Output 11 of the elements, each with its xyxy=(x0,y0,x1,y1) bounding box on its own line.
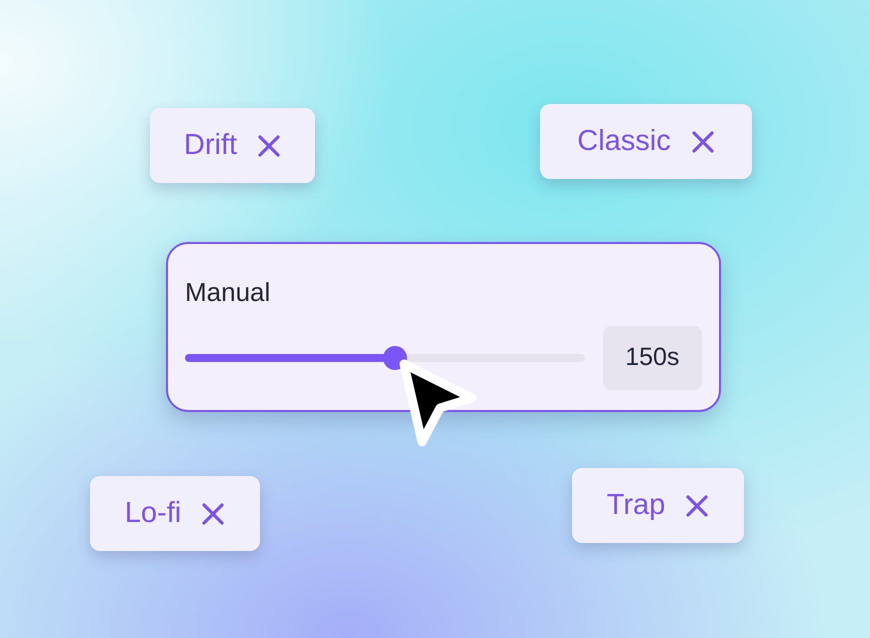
close-icon[interactable] xyxy=(690,130,715,154)
card-title: Manual xyxy=(185,276,270,309)
close-icon[interactable] xyxy=(201,502,226,526)
tag-label: Lo-fi xyxy=(124,496,182,531)
close-icon[interactable] xyxy=(257,134,282,158)
tag-label: Trap xyxy=(606,488,666,523)
close-icon[interactable] xyxy=(685,494,710,518)
value-field[interactable]: 150s xyxy=(602,326,702,390)
tag-label: Drift xyxy=(184,128,238,163)
slider[interactable] xyxy=(185,346,585,370)
tag-label: Classic xyxy=(577,124,671,159)
